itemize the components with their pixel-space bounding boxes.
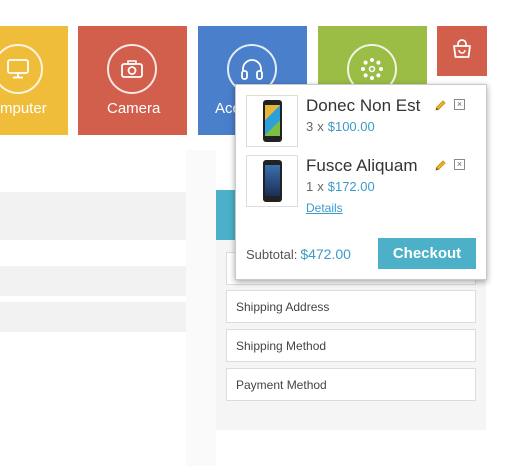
- checkout-step-payment-method[interactable]: Payment Method: [226, 368, 476, 401]
- product-thumbnail[interactable]: [246, 155, 298, 207]
- cart-item-price: $100.00: [327, 119, 375, 134]
- pencil-icon[interactable]: [434, 99, 447, 112]
- checkout-step-label: Shipping Method: [236, 339, 327, 353]
- times-sign: x: [317, 119, 324, 134]
- phone-image: [262, 100, 282, 142]
- cart-item-name[interactable]: Fusce Aliquam: [306, 156, 418, 176]
- camera-icon: [107, 44, 157, 94]
- monitor-icon: [0, 44, 43, 94]
- content-placeholder: [0, 266, 186, 296]
- cart-item-name[interactable]: Donec Non Est: [306, 96, 420, 116]
- remove-icon[interactable]: ×: [454, 159, 465, 170]
- checkout-button[interactable]: Checkout: [378, 238, 476, 269]
- category-tile-camera[interactable]: Camera: [78, 26, 187, 135]
- quantity: 1: [306, 179, 314, 194]
- cart-item-qty: 3 x $100.00: [306, 119, 375, 134]
- shopping-bag-icon: [451, 38, 473, 64]
- checkout-step-label: Payment Method: [236, 378, 327, 392]
- cart-button[interactable]: [437, 26, 487, 76]
- pencil-icon[interactable]: [434, 159, 447, 172]
- checkout-step-shipping-method[interactable]: Shipping Method: [226, 329, 476, 362]
- category-label: mputer: [0, 100, 47, 117]
- content-placeholder: [0, 192, 186, 240]
- product-thumbnail[interactable]: [246, 95, 298, 147]
- cart-item-qty: 1 x $172.00: [306, 179, 375, 194]
- cart-dropdown: Donec Non Est 3 x $100.00 × Fusce Aliquam …: [235, 84, 487, 280]
- cart-subtotal: Subtotal: $472.00: [246, 246, 351, 262]
- phone-image: [262, 160, 282, 202]
- checkout-step-shipping-address[interactable]: Shipping Address: [226, 290, 476, 323]
- subtotal-label: Subtotal:: [246, 247, 298, 262]
- checkout-step-label: Shipping Address: [236, 300, 330, 314]
- category-label: Camera: [107, 100, 161, 117]
- cart-item-price: $172.00: [327, 179, 375, 194]
- quantity: 3: [306, 119, 314, 134]
- times-sign: x: [317, 179, 324, 194]
- remove-icon[interactable]: ×: [454, 99, 465, 110]
- content-gutter: [186, 150, 216, 466]
- details-link[interactable]: Details: [306, 201, 343, 215]
- subtotal-value: $472.00: [300, 246, 351, 262]
- category-tile-computer[interactable]: mputer: [0, 26, 68, 135]
- content-placeholder: [0, 302, 186, 332]
- dropdown-caret: [456, 76, 472, 84]
